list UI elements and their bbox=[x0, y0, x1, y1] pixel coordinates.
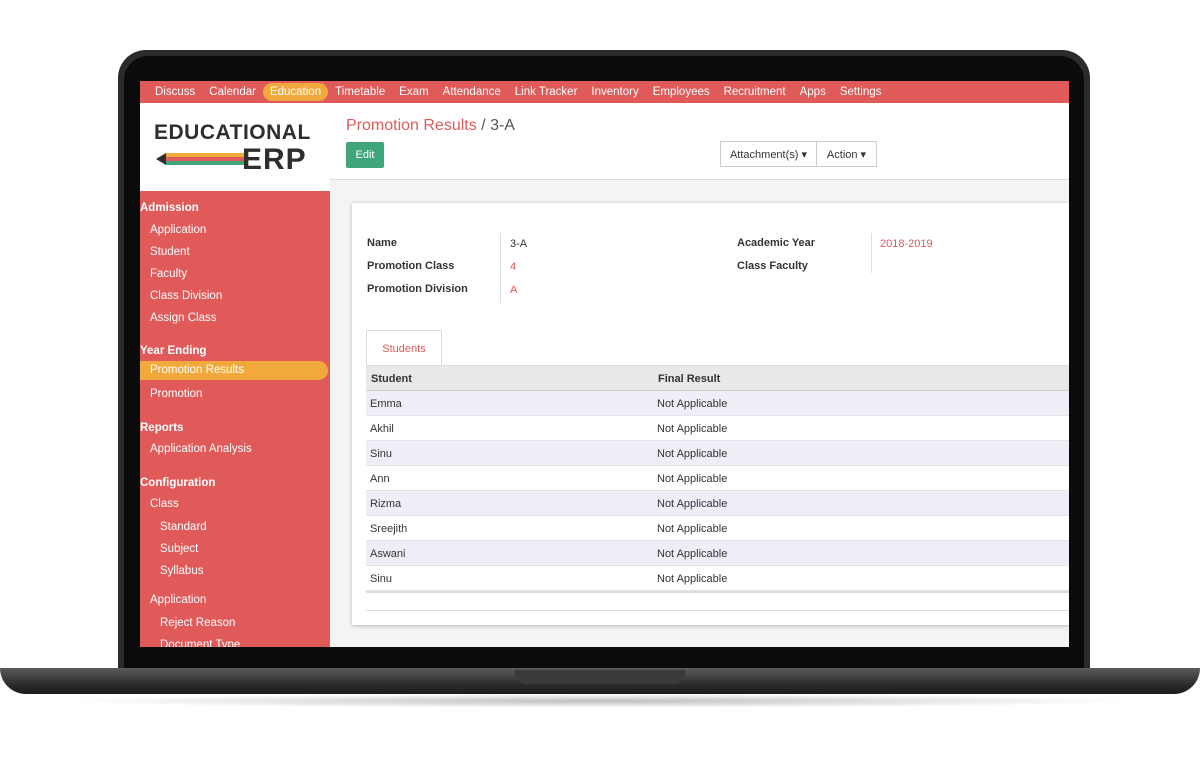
table-row[interactable]: Aswani Not Applicable bbox=[366, 541, 1069, 566]
sidebar-item-standard[interactable]: Standard bbox=[160, 521, 207, 533]
sidebar-item-promotion[interactable]: Promotion bbox=[150, 388, 202, 400]
sidebar-section-admission: Admission bbox=[140, 202, 199, 214]
class-faculty-label: Class Faculty bbox=[737, 260, 808, 272]
student-name: Emma bbox=[370, 398, 402, 410]
sidebar-item-student[interactable]: Student bbox=[150, 246, 190, 258]
field-divider-left bbox=[500, 233, 501, 303]
action-dropdown[interactable]: Action ▾ bbox=[816, 141, 877, 167]
app-screen: Discuss Calendar Education Timetable Exa… bbox=[140, 81, 1069, 647]
sidebar-item-application[interactable]: Application bbox=[150, 224, 206, 236]
nav-recruitment[interactable]: Recruitment bbox=[717, 83, 793, 101]
nav-exam[interactable]: Exam bbox=[392, 83, 435, 101]
final-result: Not Applicable bbox=[657, 523, 728, 535]
student-name: Aswani bbox=[370, 548, 406, 560]
sidebar-section-reports: Reports bbox=[140, 422, 184, 434]
table-row[interactable]: Akhil Not Applicable bbox=[366, 416, 1069, 441]
table-row[interactable]: Sinu Not Applicable bbox=[366, 441, 1069, 466]
laptop-notch bbox=[515, 670, 685, 684]
final-result: Not Applicable bbox=[657, 548, 728, 560]
nav-attendance[interactable]: Attendance bbox=[436, 83, 508, 101]
sidebar-item-document-type[interactable]: Document Type bbox=[160, 639, 240, 647]
sidebar-item-subject[interactable]: Subject bbox=[160, 543, 198, 555]
academic-year-label: Academic Year bbox=[737, 237, 816, 249]
breadcrumb-parent-link[interactable]: Promotion Results bbox=[346, 117, 477, 134]
attachments-dropdown[interactable]: Attachment(s) ▾ bbox=[720, 141, 817, 167]
nav-discuss[interactable]: Discuss bbox=[148, 83, 202, 101]
breadcrumb: Promotion Results / 3-A bbox=[346, 117, 515, 135]
final-result: Not Applicable bbox=[657, 448, 728, 460]
sidebar-item-reject-reason[interactable]: Reject Reason bbox=[160, 617, 235, 629]
final-result: Not Applicable bbox=[657, 473, 728, 485]
name-value: 3-A bbox=[510, 238, 528, 250]
nav-link-tracker[interactable]: Link Tracker bbox=[508, 83, 585, 101]
student-name: Rizma bbox=[370, 498, 402, 510]
table-row[interactable]: Ann Not Applicable bbox=[366, 466, 1069, 491]
top-navigation: Discuss Calendar Education Timetable Exa… bbox=[140, 81, 1069, 103]
pencil-icon bbox=[156, 153, 244, 165]
sidebar-section-year-ending: Year Ending bbox=[140, 345, 207, 357]
edit-button[interactable]: Edit bbox=[346, 142, 384, 168]
logo[interactable]: EDUCATIONAL ERP bbox=[140, 103, 330, 191]
tab-students[interactable]: Students bbox=[366, 330, 442, 366]
laptop-shadow bbox=[60, 694, 1140, 708]
students-table-header: Student Final Result bbox=[366, 365, 1069, 391]
students-table-footer bbox=[366, 591, 1069, 611]
sidebar-item-syllabus[interactable]: Syllabus bbox=[160, 565, 203, 577]
student-name: Sreejith bbox=[370, 523, 408, 535]
table-row[interactable]: Sreejith Not Applicable bbox=[366, 516, 1069, 541]
nav-inventory[interactable]: Inventory bbox=[584, 83, 645, 101]
field-divider-right bbox=[871, 233, 872, 273]
sidebar: EDUCATIONAL ERP Admission Application St… bbox=[140, 103, 330, 647]
promotion-class-link[interactable]: 4 bbox=[510, 261, 516, 273]
nav-apps[interactable]: Apps bbox=[793, 83, 833, 101]
final-result: Not Applicable bbox=[657, 498, 728, 510]
nav-calendar[interactable]: Calendar bbox=[202, 83, 263, 101]
students-table-body: Emma Not Applicable Akhil Not Applicable S… bbox=[366, 391, 1069, 591]
nav-employees[interactable]: Employees bbox=[646, 83, 717, 101]
sidebar-item-promotion-results[interactable]: Promotion Results bbox=[140, 361, 328, 380]
student-name: Sinu bbox=[370, 573, 393, 585]
logo-text-erp: ERP bbox=[242, 143, 307, 176]
student-name: Akhil bbox=[370, 423, 394, 435]
nav-timetable[interactable]: Timetable bbox=[328, 83, 392, 101]
logo-text-educational: EDUCATIONAL bbox=[154, 121, 311, 144]
column-final-result[interactable]: Final Result bbox=[658, 373, 720, 385]
table-row[interactable]: Rizma Not Applicable bbox=[366, 491, 1069, 516]
sidebar-item-application-config[interactable]: Application bbox=[150, 594, 206, 606]
sidebar-item-faculty[interactable]: Faculty bbox=[150, 268, 187, 280]
sidebar-item-class[interactable]: Class bbox=[150, 498, 179, 510]
name-label: Name bbox=[367, 237, 397, 249]
sidebar-item-assign-class[interactable]: Assign Class bbox=[150, 312, 216, 324]
promotion-division-link[interactable]: A bbox=[510, 284, 517, 296]
student-name: Sinu bbox=[370, 448, 393, 460]
table-row[interactable]: Sinu Not Applicable bbox=[366, 566, 1069, 591]
nav-education[interactable]: Education bbox=[262, 83, 329, 101]
academic-year-link[interactable]: 2018-2019 bbox=[880, 238, 933, 250]
sidebar-item-class-division[interactable]: Class Division bbox=[150, 290, 222, 302]
breadcrumb-separator: / bbox=[481, 117, 486, 134]
promotion-class-label: Promotion Class bbox=[367, 260, 455, 272]
main-content: Promotion Results / 3-A Edit Attachment(… bbox=[330, 103, 1069, 647]
breadcrumb-current: 3-A bbox=[490, 117, 515, 134]
final-result: Not Applicable bbox=[657, 398, 728, 410]
form-sheet: Name 3-A Promotion Class 4 Promotion Div… bbox=[352, 203, 1069, 625]
student-name: Ann bbox=[370, 473, 390, 485]
nav-settings[interactable]: Settings bbox=[833, 83, 889, 101]
table-row[interactable]: Emma Not Applicable bbox=[366, 391, 1069, 416]
final-result: Not Applicable bbox=[657, 423, 728, 435]
sidebar-item-application-analysis[interactable]: Application Analysis bbox=[150, 443, 252, 455]
sidebar-section-configuration: Configuration bbox=[140, 477, 216, 489]
promotion-division-label: Promotion Division bbox=[367, 283, 468, 295]
final-result: Not Applicable bbox=[657, 573, 728, 585]
column-student[interactable]: Student bbox=[371, 373, 412, 385]
